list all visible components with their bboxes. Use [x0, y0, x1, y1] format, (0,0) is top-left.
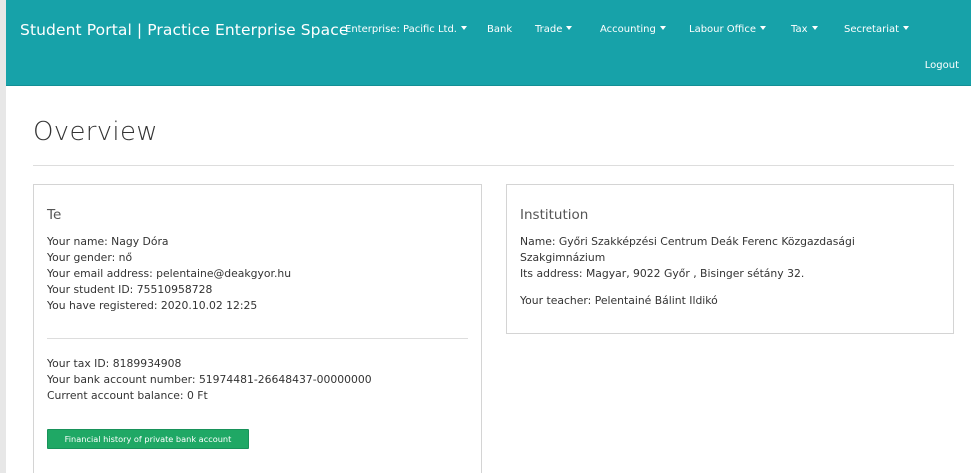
student-id-line: Your student ID: 75510958728: [47, 283, 213, 296]
financial-history-button[interactable]: Financial history of private bank accoun…: [47, 429, 249, 449]
bank-account-line: Your bank account number: 51974481-26648…: [47, 373, 372, 386]
institution-panel-heading: Institution: [520, 207, 589, 223]
caret-down-icon: [903, 26, 910, 30]
logout-link[interactable]: Logout: [925, 60, 959, 71]
nav-bank-label: Bank: [487, 24, 513, 35]
title-divider: [33, 165, 954, 166]
institution-panel: Institution Name: Győri Szakképzési Cent…: [506, 184, 954, 334]
institution-address-line: Its address: Magyar, 9022 Győr , Bisinge…: [520, 267, 805, 280]
balance-line: Current account balance: 0 Ft: [47, 389, 208, 402]
you-panel: Te Your name: Nagy Dóra Your gender: nő …: [33, 184, 482, 473]
registered-line: You have registered: 2020.10.02 12:25: [47, 299, 258, 312]
institution-name-line: Name: Győri Szakképzési Centrum Deák Fer…: [520, 235, 855, 248]
nav-trade-dropdown[interactable]: Trade: [535, 24, 573, 35]
nav-labour-office-dropdown[interactable]: Labour Office: [689, 24, 766, 35]
nav-trade-label: Trade: [535, 24, 563, 35]
email-line: Your email address: pelentaine@deakgyor.…: [47, 267, 292, 280]
nav-labour-office-label: Labour Office: [689, 24, 756, 35]
nav-tax-dropdown[interactable]: Tax: [791, 24, 818, 35]
caret-down-icon: [759, 26, 766, 30]
you-panel-divider: [47, 338, 468, 339]
nav-enterprise-label: Enterprise: Pacific Ltd.: [345, 24, 457, 35]
name-line: Your name: Nagy Dóra: [47, 235, 169, 248]
nav-secretariat-label: Secretariat: [844, 24, 900, 35]
top-navbar: Student Portal | Practice Enterprise Spa…: [6, 0, 971, 86]
nav-secretariat-dropdown[interactable]: Secretariat: [844, 24, 910, 35]
nav-accounting-dropdown[interactable]: Accounting: [600, 24, 666, 35]
gender-line: Your gender: nő: [47, 251, 133, 264]
nav-accounting-label: Accounting: [600, 24, 656, 35]
tax-id-line: Your tax ID: 8189934908: [47, 357, 182, 370]
caret-down-icon: [811, 26, 818, 30]
teacher-line: Your teacher: Pelentainé Bálint Ildikó: [520, 294, 718, 307]
nav-bank-link[interactable]: Bank: [487, 24, 512, 35]
caret-down-icon: [659, 26, 666, 30]
institution-name-line-2: Szakgimnázium: [520, 251, 606, 264]
portal-brand-link[interactable]: Student Portal | Practice Enterprise Spa…: [20, 21, 348, 39]
nav-tax-label: Tax: [791, 24, 808, 35]
caret-down-icon: [566, 26, 573, 30]
caret-down-icon: [460, 26, 467, 30]
page-title: Overview: [33, 117, 158, 147]
you-panel-heading: Te: [47, 207, 62, 223]
nav-enterprise-dropdown[interactable]: Enterprise: Pacific Ltd.: [345, 24, 467, 35]
